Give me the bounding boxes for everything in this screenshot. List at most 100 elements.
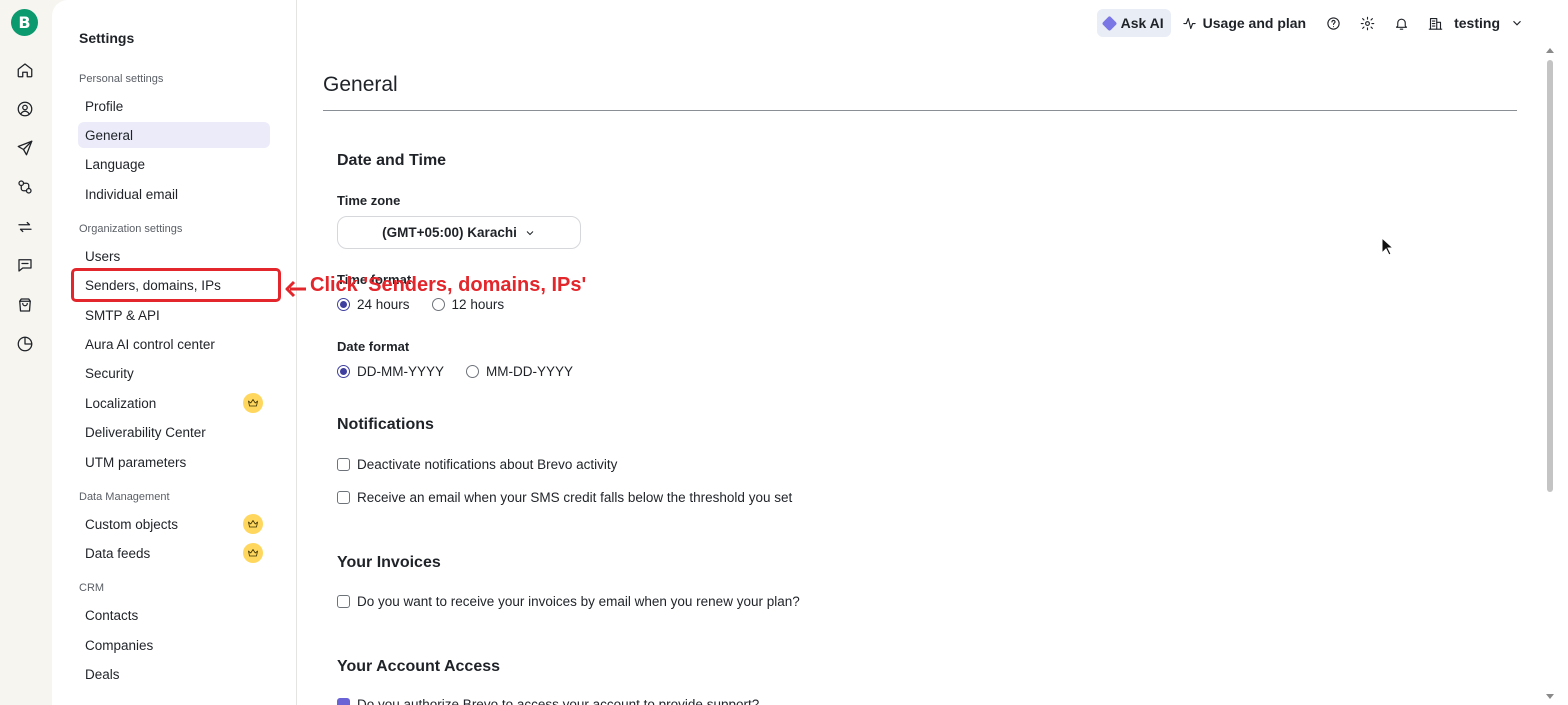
sidebar-item-label: Senders, domains, IPs [85,277,221,293]
sidebar-item-contacts[interactable]: Contacts [78,602,270,628]
annotation-text: Click 'Senders, domains, IPs' [310,274,587,296]
bell-icon[interactable] [1392,14,1410,32]
sidebar-item-utm-parameters[interactable]: UTM parameters [78,449,270,475]
invoices-email-checkbox[interactable] [337,595,350,608]
date-format-label: Date format [337,339,410,354]
section-heading-invoices: Your Invoices [337,554,441,571]
crown-icon [243,543,263,563]
sidebar-item-label: SMTP & API [85,307,160,323]
conversations-icon[interactable] [14,254,36,276]
time-format-options: 24 hours 12 hours [337,297,504,312]
app-rail: B [0,0,52,705]
sidebar-item-senders-domains-ips[interactable]: Senders, domains, IPs [78,272,270,298]
date-format-options: DD-MM-YYYY MM-DD-YYYY [337,364,573,379]
sidebar-item-label: Profile [85,98,124,114]
sidebar-item-aura-ai[interactable]: Aura AI control center [78,331,270,357]
sidebar-item-label: Deals [85,666,120,682]
sidebar-item-localization[interactable]: Localization [78,390,270,416]
sidebar-item-label: Custom objects [85,516,179,532]
section-crm: CRM [79,582,105,594]
building-icon [1426,14,1444,32]
chevron-down-icon [524,227,536,239]
sidebar-item-deliverability-center[interactable]: Deliverability Center [78,419,270,445]
sidebar-item-label: Aura AI control center [85,336,215,352]
section-heading-date-time: Date and Time [337,152,447,169]
brevo-logo[interactable]: B [11,9,38,36]
radio-dd-mm-yyyy[interactable] [337,365,350,378]
sidebar-item-label: Users [85,248,121,264]
radio-label: MM-DD-YYYY [486,364,573,379]
sidebar-item-custom-objects[interactable]: Custom objects [78,511,270,537]
sidebar-item-companies[interactable]: Companies [78,632,270,658]
timezone-label: Time zone [337,193,401,208]
activity-icon [1182,16,1197,31]
main-content: Ask AI Usage and plan testing General Da… [297,0,1544,705]
mouse-cursor-icon [1381,236,1395,262]
ai-diamond-icon [1101,15,1117,31]
ask-ai-label: Ask AI [1120,15,1164,31]
sidebar-item-label: UTM parameters [85,454,187,470]
section-heading-account-access: Your Account Access [337,658,501,675]
radio-12-hours[interactable] [431,298,445,311]
sidebar-item-users[interactable]: Users [78,243,270,269]
sidebar-item-deals[interactable]: Deals [78,661,270,687]
crown-icon [243,393,263,413]
automations-icon[interactable] [14,176,36,198]
sidebar-item-label: Data feeds [85,545,151,561]
send-icon[interactable] [14,137,36,159]
usage-and-plan-button[interactable]: Usage and plan [1182,15,1306,31]
radio-label: 24 hours [357,297,410,312]
sidebar-item-label: Localization [85,395,157,411]
sidebar-item-label: Companies [85,637,154,653]
checkbox-label: Do you want to receive your invoices by … [357,594,800,609]
sms-credit-checkbox[interactable] [337,491,350,504]
usage-label: Usage and plan [1202,15,1307,31]
page-scrollbar[interactable] [1544,0,1568,705]
radio-mm-dd-yyyy[interactable] [466,365,479,378]
ask-ai-button[interactable]: Ask AI [1096,9,1171,37]
sidebar-item-label: General [85,127,134,143]
account-access-option: Do you authorize Brevo to access your ac… [337,697,759,705]
sidebar-item-smtp-api[interactable]: SMTP & API [78,302,270,328]
radio-label: DD-MM-YYYY [357,364,444,379]
timezone-select[interactable]: (GMT+05:00) Karachi [337,216,581,249]
radio-label: 12 hours [451,297,505,312]
chevron-down-icon[interactable] [1510,16,1524,30]
deactivate-notifications-checkbox[interactable] [337,458,350,471]
account-name[interactable]: testing [1454,15,1500,31]
sidebar-title: Settings [79,30,135,46]
settings-sidebar: Settings Personal settings Profile Gener… [52,0,297,705]
scroll-up-arrow[interactable] [1546,48,1554,53]
gear-icon[interactable] [1358,14,1376,32]
sidebar-item-label: Deliverability Center [85,424,206,440]
deactivate-notifications-option: Deactivate notifications about Brevo act… [337,457,617,472]
section-heading-notifications: Notifications [337,416,434,433]
section-personal-settings: Personal settings [79,73,164,85]
page-title: General [323,73,398,96]
transactional-icon[interactable] [14,216,36,238]
scrollbar-thumb[interactable] [1547,60,1553,492]
radio-24-hours[interactable] [337,298,350,311]
sidebar-item-profile[interactable]: Profile [78,93,270,119]
sms-credit-option: Receive an email when your SMS credit fa… [337,490,792,505]
section-organization-settings: Organization settings [79,223,183,235]
checkbox-label: Deactivate notifications about Brevo act… [357,457,618,472]
contacts-icon[interactable] [14,98,36,120]
annotation-arrow-icon [284,279,308,304]
scroll-down-arrow[interactable] [1546,694,1554,699]
timezone-value: (GMT+05:00) Karachi [382,225,517,240]
sidebar-item-data-feeds[interactable]: Data feeds [78,540,270,566]
sidebar-item-label: Language [85,156,146,172]
sidebar-item-security[interactable]: Security [78,360,270,386]
sidebar-item-language[interactable]: Language [78,151,270,177]
crown-icon [243,514,263,534]
sidebar-item-general[interactable]: General [78,122,270,148]
sidebar-item-individual-email[interactable]: Individual email [78,181,270,207]
section-data-management: Data Management [79,491,170,503]
home-icon[interactable] [14,59,36,81]
commerce-icon[interactable] [14,294,36,316]
title-divider [323,110,1517,111]
help-icon[interactable] [1324,14,1342,32]
account-access-checkbox[interactable] [337,698,350,705]
reports-icon[interactable] [14,333,36,355]
